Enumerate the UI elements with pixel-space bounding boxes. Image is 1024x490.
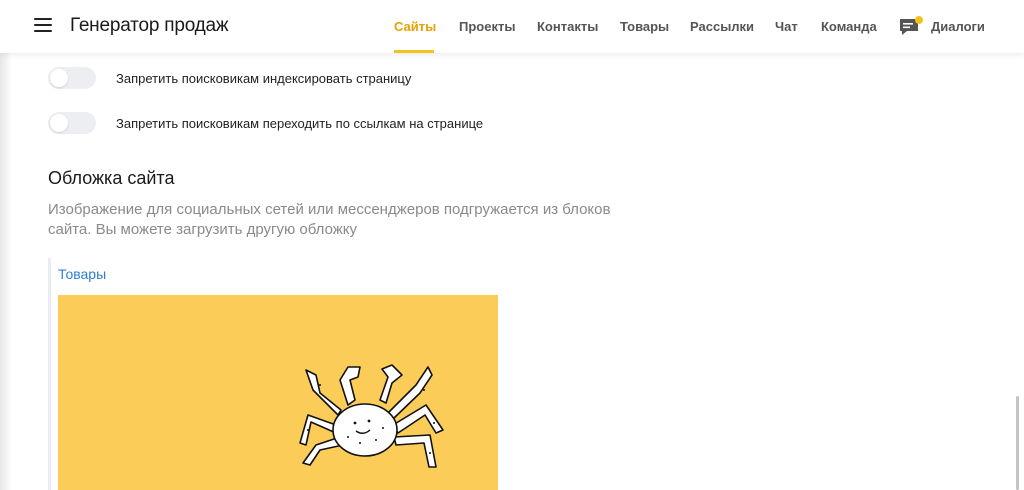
cover-preview: Товары: [48, 258, 508, 490]
toggle-row-no-follow: Запретить поисковикам переходить по ссыл…: [48, 112, 483, 134]
page: Генератор продаж Сайты Проекты Контакты …: [0, 0, 1024, 490]
active-tab-underline: [394, 50, 434, 53]
notification-dot: [915, 16, 923, 24]
nav-item-dialogs[interactable]: Диалоги: [931, 19, 985, 34]
app-title: Генератор продаж: [70, 15, 229, 36]
no-follow-toggle[interactable]: [48, 112, 96, 134]
hamburger-menu-icon[interactable]: [34, 18, 52, 32]
nav-item-projects[interactable]: Проекты: [459, 19, 515, 34]
no-index-toggle[interactable]: [48, 67, 96, 89]
cover-section-description: Изображение для социальных сетей или мес…: [48, 201, 611, 238]
cover-section-title: Обложка сайта: [48, 168, 175, 188]
nav-item-mailings[interactable]: Рассылки: [690, 19, 754, 34]
nav-item-chat[interactable]: Чат: [775, 19, 798, 34]
crab-illustration: [299, 364, 444, 468]
vertical-scrollbar[interactable]: [1016, 396, 1019, 490]
no-index-label: Запретить поисковикам индексировать стра…: [116, 70, 412, 86]
left-edge-shade: [0, 0, 12, 490]
cover-preview-link[interactable]: Товары: [58, 266, 106, 282]
nav-item-sites[interactable]: Сайты: [394, 19, 436, 34]
nav-item-team[interactable]: Команда: [821, 19, 877, 34]
nav-item-contacts[interactable]: Контакты: [537, 19, 598, 34]
toggle-row-no-index: Запретить поисковикам индексировать стра…: [48, 67, 411, 89]
nav-item-products[interactable]: Товары: [620, 19, 669, 34]
top-navigation-bar: Генератор продаж Сайты Проекты Контакты …: [0, 0, 1024, 53]
no-follow-label: Запретить поисковикам переходить по ссыл…: [116, 115, 484, 131]
cover-image[interactable]: [58, 295, 498, 490]
